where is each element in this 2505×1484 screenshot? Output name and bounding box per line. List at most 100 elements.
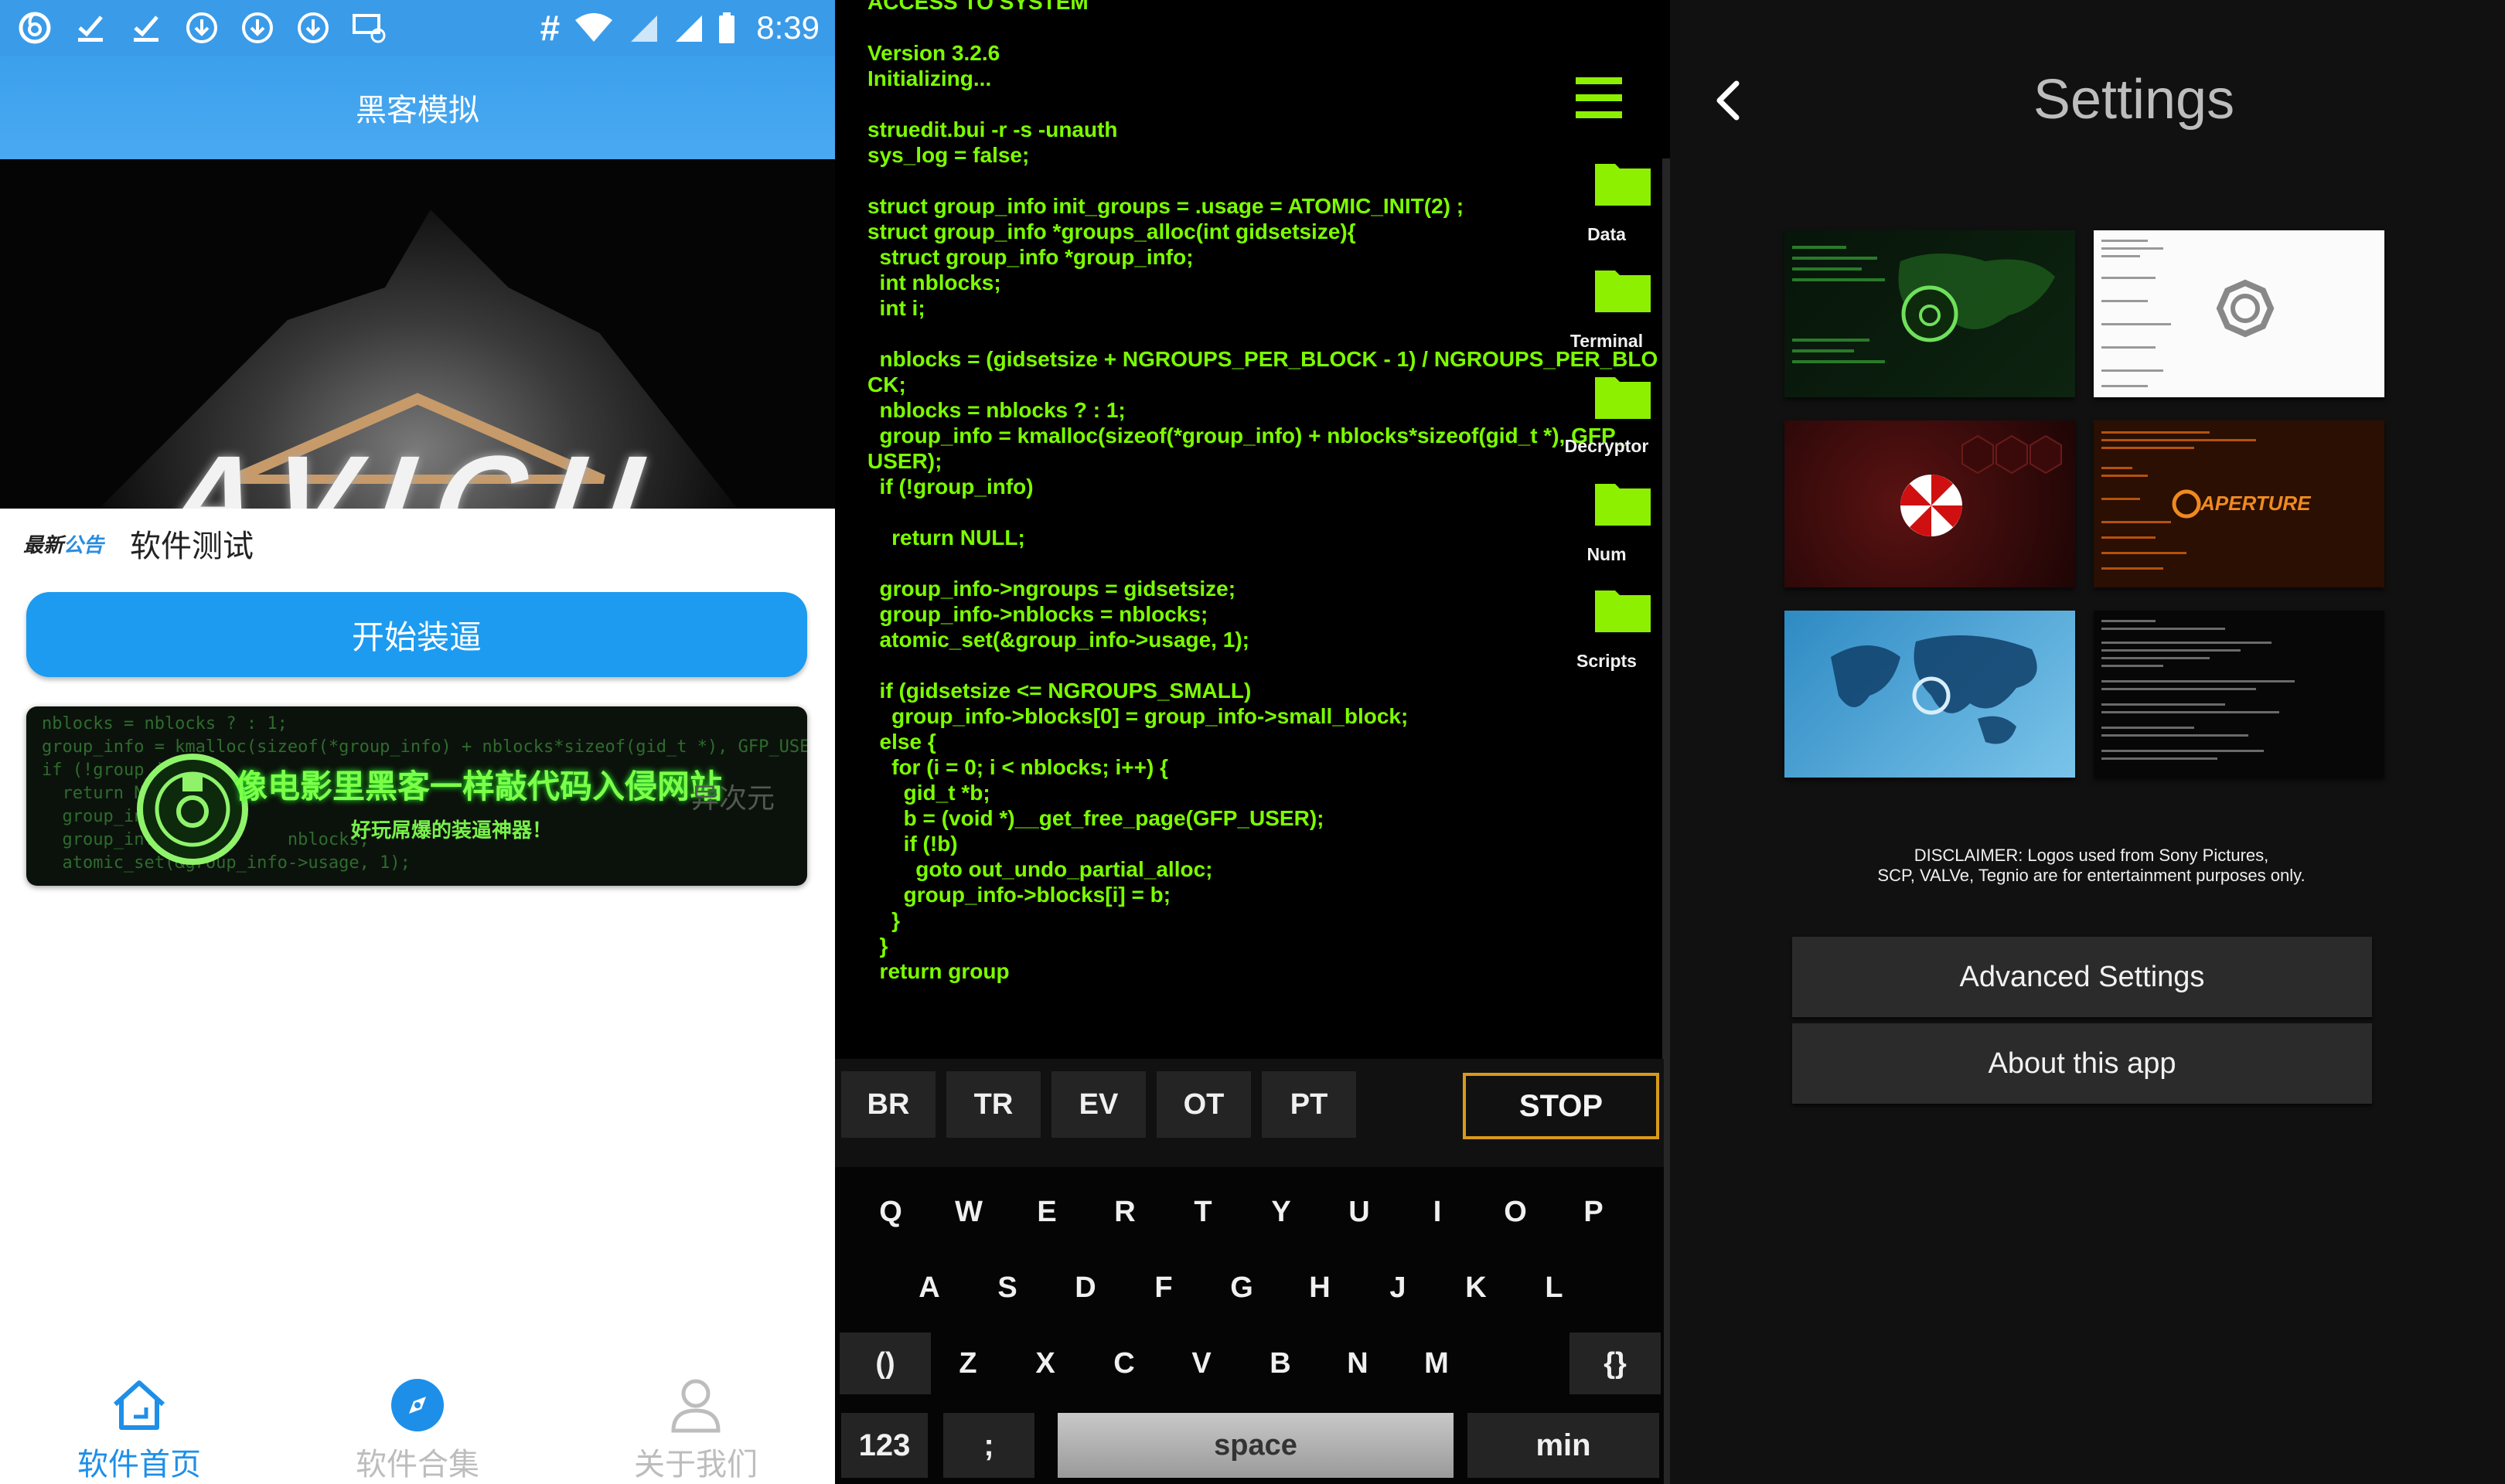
nav-collection[interactable]: 软件合集 [278, 1368, 557, 1484]
key-h[interactable]: H [1289, 1257, 1351, 1319]
key-d[interactable]: D [1055, 1257, 1116, 1319]
folder-label: Data [1587, 224, 1626, 244]
key-ev[interactable]: EV [1051, 1071, 1146, 1138]
key-x[interactable]: X [1014, 1333, 1076, 1394]
key-b[interactable]: B [1249, 1333, 1311, 1394]
nav-home[interactable]: 软件首页 [0, 1368, 278, 1484]
terminal-line: b = (void *)__get_free_page(GFP_USER); [867, 806, 1324, 830]
terminal-line: return group [867, 959, 1010, 983]
key-o[interactable]: O [1484, 1181, 1546, 1243]
nav-collection-label: 软件合集 [356, 1447, 479, 1482]
key-a[interactable]: A [898, 1257, 960, 1319]
ad-subtitle: 好玩屌爆的装逼神器！ [351, 819, 553, 842]
folder-data[interactable]: Data [1576, 159, 1668, 244]
hash-icon: # [540, 8, 561, 48]
start-button[interactable]: 开始装逼 [26, 592, 807, 677]
terminal-line: struct group_info init_groups = .usage =… [867, 194, 1464, 218]
key-c[interactable]: C [1093, 1333, 1155, 1394]
key-w[interactable]: W [938, 1181, 1000, 1243]
clock-time: 8:39 [756, 9, 820, 46]
terminal-line: struct group_info *groups_alloc(int gids… [867, 220, 1356, 243]
key-k[interactable]: K [1445, 1257, 1507, 1319]
key-j[interactable]: J [1367, 1257, 1429, 1319]
key-v[interactable]: V [1171, 1333, 1232, 1394]
nav-about[interactable]: 关于我们 [557, 1368, 835, 1484]
minimize-key[interactable]: min [1467, 1413, 1659, 1478]
folder-num[interactable]: Num [1576, 479, 1668, 564]
terminal-line: struct group_info *group_info; [867, 245, 1194, 269]
key-e[interactable]: E [1016, 1181, 1078, 1243]
key-m[interactable]: M [1406, 1333, 1467, 1394]
stop-button[interactable]: STOP [1463, 1073, 1659, 1139]
theme-red-umbrella[interactable] [1784, 420, 2075, 587]
netease-music-icon [15, 9, 54, 47]
page-title: 黑客模拟 [356, 93, 479, 128]
announcement-bar[interactable]: 最新公告 软件测试 [0, 509, 835, 578]
terminal-line: if (gidsetsize <= NGROUPS_SMALL) [867, 679, 1252, 703]
settings-screen: Settings APERTURE DISCLAIMER: Logos used… [1670, 0, 2505, 1484]
aperture-graphic: APERTURE [2101, 431, 2311, 570]
terminal-line: group_info = kmalloc(sizeof(*group_info)… [867, 424, 1628, 448]
terminal-line: else { [867, 730, 936, 754]
key-y[interactable]: Y [1250, 1181, 1312, 1243]
about-app-button[interactable]: About this app [1792, 1023, 2372, 1104]
key-q[interactable]: Q [860, 1181, 922, 1243]
key-r[interactable]: R [1094, 1181, 1156, 1243]
theme-blue-map[interactable] [1784, 611, 2075, 778]
hamburger-menu-icon[interactable] [1576, 77, 1622, 119]
key-tr[interactable]: TR [946, 1071, 1041, 1138]
folder-decryptor[interactable]: Decryptor [1565, 373, 1668, 456]
terminal-line: return NULL; [867, 526, 1025, 550]
key-t[interactable]: T [1172, 1181, 1234, 1243]
key-s[interactable]: S [976, 1257, 1038, 1319]
dharma-icon [2216, 279, 2275, 338]
avicii-banner[interactable]: AVICII [0, 159, 835, 509]
folder-icon [1595, 591, 1651, 632]
key-z[interactable]: Z [937, 1333, 999, 1394]
aperture-label: APERTURE [2200, 492, 2311, 515]
key-braces[interactable]: {} [1569, 1333, 1661, 1394]
dharma-graphic [2101, 240, 2275, 387]
disclaimer-line-1: DISCLAIMER: Logos used from Sony Picture… [1914, 846, 2269, 865]
world-map-graphic [1792, 246, 2055, 363]
app-bar: 黑客模拟 [0, 56, 835, 159]
bottom-navigation: 软件首页 软件合集 关于我们 [0, 1368, 835, 1484]
theme-orange-aperture[interactable]: APERTURE [2094, 420, 2384, 587]
space-key[interactable]: space [1058, 1413, 1454, 1478]
terminal-line: nblocks = nblocks ? : 1; [867, 398, 1126, 422]
key-g[interactable]: G [1211, 1257, 1273, 1319]
key-n[interactable]: N [1327, 1333, 1389, 1394]
numbers-key[interactable]: 123 [841, 1413, 928, 1478]
umbrella-icon [1900, 475, 1962, 536]
key-p[interactable]: P [1563, 1181, 1624, 1243]
folder-scripts[interactable]: Scripts [1576, 586, 1668, 671]
key-u[interactable]: U [1328, 1181, 1390, 1243]
key-ot[interactable]: OT [1157, 1071, 1251, 1138]
key-f[interactable]: F [1133, 1257, 1195, 1319]
semicolon-key[interactable]: ; [943, 1413, 1034, 1478]
folder-terminal[interactable]: Terminal [1570, 266, 1668, 351]
download-done-icon [71, 9, 110, 47]
terminal-line: group_info->ngroups = gidsetsize; [867, 577, 1236, 601]
folder-icon [1595, 484, 1651, 526]
key-pt[interactable]: PT [1262, 1071, 1356, 1138]
terminal-line: int nblocks; [867, 271, 1001, 294]
key-parentheses[interactable]: () [840, 1333, 931, 1394]
theme-dark-terminal[interactable] [2094, 611, 2384, 778]
ad-banner[interactable]: nblocks = nblocks ? : 1; group_info = kma… [26, 706, 807, 886]
status-bar: # 8:39 [0, 0, 835, 56]
theme-green-map[interactable] [1784, 230, 2075, 397]
theme-white-dharma[interactable] [2094, 230, 2384, 397]
key-l[interactable]: L [1523, 1257, 1585, 1319]
ad-code-line: nblocks = nblocks ? : 1; [42, 714, 288, 733]
key-br[interactable]: BR [841, 1071, 936, 1138]
terminal-line: Initializing... [867, 66, 992, 90]
advanced-settings-button[interactable]: Advanced Settings [1792, 937, 2372, 1017]
key-i[interactable]: I [1406, 1181, 1468, 1243]
disclaimer-text: DISCLAIMER: Logos used from Sony Picture… [1670, 846, 2505, 886]
terminal-line: group_info->blocks[i] = b; [867, 883, 1171, 907]
keyboard: QWERTYUIOP ASDFGHJKL () Z X C V B N M {} 123 ; s… [835, 1167, 1664, 1484]
